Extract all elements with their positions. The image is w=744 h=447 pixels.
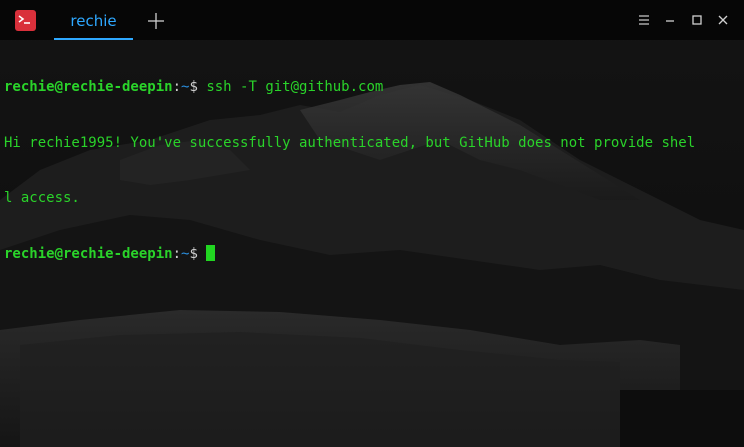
close-icon <box>718 15 728 25</box>
menu-button[interactable] <box>636 12 652 28</box>
plus-icon <box>148 13 164 29</box>
prompt-user-host: rechie@rechie-deepin <box>4 245 173 262</box>
active-tab-indicator <box>54 38 133 40</box>
tab-rechie[interactable]: rechie <box>54 0 133 40</box>
maximize-icon <box>692 15 702 25</box>
prompt-user-host: rechie@rechie-deepin <box>4 79 173 95</box>
terminal-line: rechie@rechie-deepin:~$ ssh -T git@githu… <box>4 78 742 97</box>
output-text: l access. <box>4 190 80 206</box>
terminal-app-icon[interactable] <box>15 10 36 31</box>
terminal-line: Hi rechie1995! You've successfully authe… <box>4 134 742 153</box>
text-cursor <box>206 244 216 261</box>
terminal-line: l access. <box>4 189 742 208</box>
prompt-colon: : <box>172 245 182 262</box>
prompt-colon: : <box>172 79 182 95</box>
command-text: ssh -T git@github.com <box>206 79 384 95</box>
terminal-line: rechie@rechie-deepin:~$ <box>4 244 742 264</box>
prompt-dollar: $ <box>189 79 207 95</box>
close-button[interactable] <box>715 12 731 28</box>
tab-label: rechie <box>70 12 117 30</box>
add-tab-button[interactable] <box>145 10 167 32</box>
menu-icon <box>639 15 649 25</box>
title-bar: rechie <box>0 0 744 40</box>
terminal-window: rechie rechie@rechie-deepin:~$ ssh -T gi… <box>0 0 744 447</box>
minimize-button[interactable] <box>662 12 678 28</box>
minimize-icon <box>666 20 674 22</box>
maximize-button[interactable] <box>689 12 705 28</box>
prompt-dollar: $ <box>189 245 207 262</box>
terminal-output[interactable]: rechie@rechie-deepin:~$ ssh -T git@githu… <box>4 41 742 300</box>
output-text: Hi rechie1995! You've successfully authe… <box>4 134 696 151</box>
